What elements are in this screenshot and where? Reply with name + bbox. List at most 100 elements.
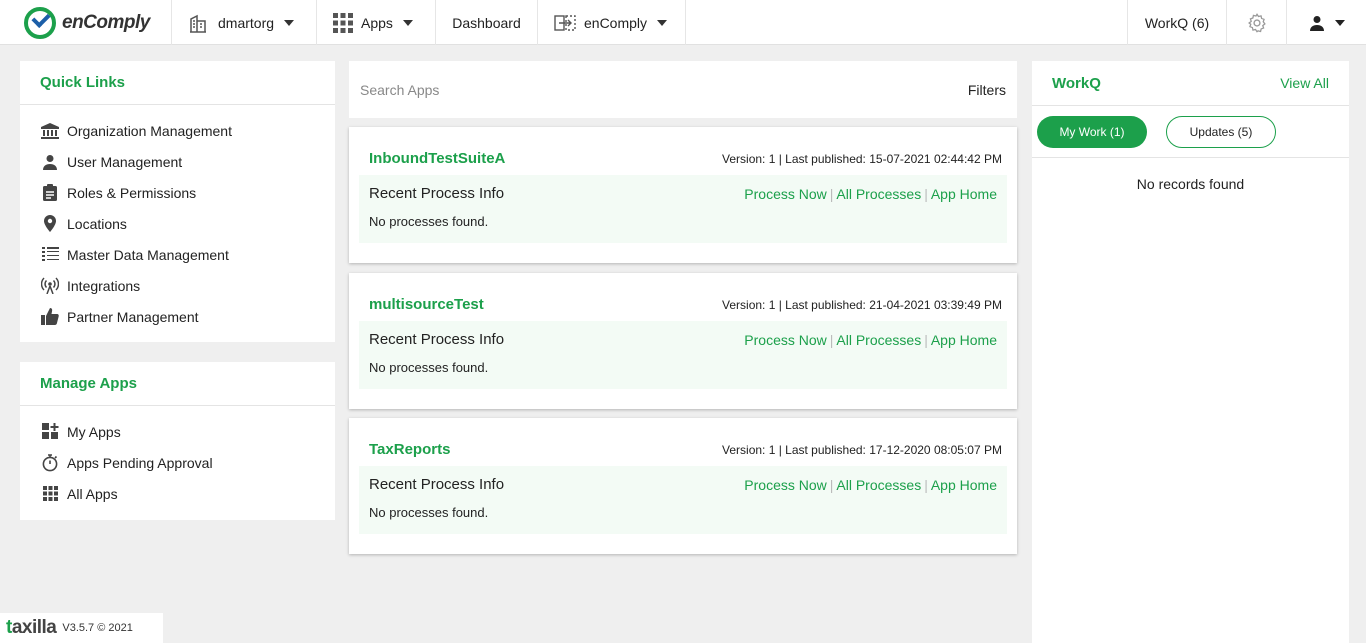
- clipboard-icon: [40, 184, 60, 202]
- apps-label: Apps: [361, 14, 393, 31]
- link-separator: |: [924, 476, 928, 493]
- no-processes-text: No processes found.: [369, 360, 489, 375]
- quick-link-locations[interactable]: Locations: [20, 208, 335, 239]
- menu-label: Apps Pending Approval: [67, 454, 213, 471]
- switch-icon: [554, 14, 576, 31]
- menu-label: Organization Management: [67, 122, 232, 139]
- quick-link-partner-management[interactable]: Partner Management: [20, 301, 335, 332]
- map-pin-icon: [40, 215, 60, 233]
- filters-button[interactable]: Filters: [968, 82, 1006, 98]
- org-name: dmartorg: [218, 14, 275, 31]
- recent-process-title: Recent Process Info: [369, 185, 505, 202]
- manage-apps-title: Manage Apps: [40, 375, 137, 392]
- manage-apps-panel: Manage Apps My Apps Apps Pending Approva…: [20, 362, 335, 520]
- all-processes-link[interactable]: All Processes: [836, 477, 921, 493]
- app-name[interactable]: TaxReports: [369, 441, 450, 458]
- quick-links-title: Quick Links: [40, 74, 126, 91]
- menu-label: Partner Management: [67, 308, 199, 325]
- link-separator: |: [924, 185, 928, 202]
- no-processes-text: No processes found.: [369, 505, 489, 520]
- process-now-link[interactable]: Process Now: [744, 186, 826, 202]
- app-meta: Version: 1 | Last published: 21-04-2021 …: [722, 297, 1002, 312]
- app-home-link[interactable]: App Home: [931, 186, 997, 202]
- app-card: multisourceTest Version: 1 | Last publis…: [349, 273, 1017, 409]
- link-separator: |: [924, 331, 928, 348]
- recent-process-title: Recent Process Info: [369, 331, 505, 348]
- footer: taxilla V3.5.7 © 2021: [0, 613, 163, 643]
- quick-link-organization-management[interactable]: Organization Management: [20, 115, 335, 146]
- quick-link-master-data-management[interactable]: Master Data Management: [20, 239, 335, 270]
- org-switcher[interactable]: dmartorg: [172, 0, 317, 45]
- bank-icon: [40, 122, 60, 140]
- app-card: TaxReports Version: 1 | Last published: …: [349, 418, 1017, 554]
- grid-icon: [333, 12, 353, 33]
- menu-label: Locations: [67, 215, 127, 232]
- top-navbar: enComply dmartorg Apps Dashboard enCompl…: [0, 0, 1366, 45]
- dashboard-link[interactable]: Dashboard: [436, 0, 538, 45]
- search-bar: Filters: [349, 61, 1017, 118]
- no-processes-text: No processes found.: [369, 214, 489, 229]
- menu-label: Master Data Management: [67, 246, 229, 263]
- quick-link-integrations[interactable]: Integrations: [20, 270, 335, 301]
- app-home-link[interactable]: App Home: [931, 332, 997, 348]
- grid-icon: [40, 485, 60, 503]
- manage-apps-pending-approval[interactable]: Apps Pending Approval: [20, 447, 335, 478]
- version-text: V3.5.7 © 2021: [62, 622, 133, 634]
- logo[interactable]: enComply: [0, 0, 172, 45]
- process-now-link[interactable]: Process Now: [744, 477, 826, 493]
- menu-label: Integrations: [67, 277, 141, 294]
- product-name: enComply: [584, 14, 648, 31]
- app-name[interactable]: multisourceTest: [369, 296, 484, 313]
- user-icon: [40, 153, 60, 171]
- all-processes-link[interactable]: All Processes: [836, 186, 921, 202]
- workq-panel: WorkQ View All My Work (1) Updates (5) N…: [1032, 61, 1349, 643]
- manage-all-apps[interactable]: All Apps: [20, 478, 335, 509]
- building-icon: [190, 14, 206, 33]
- tab-my-work[interactable]: My Work (1): [1037, 115, 1147, 148]
- chevron-down-icon: [657, 19, 668, 26]
- gear-icon: [1247, 12, 1266, 33]
- logo-text: enComply: [62, 11, 150, 33]
- apps-menu[interactable]: Apps: [317, 0, 436, 45]
- broadcast-icon: [40, 277, 60, 295]
- quick-links-panel: Quick Links Organization Management User…: [20, 61, 335, 342]
- chevron-down-icon: [284, 19, 295, 26]
- link-separator: |: [829, 185, 834, 202]
- view-all-link[interactable]: View All: [1280, 75, 1329, 91]
- app-meta: Version: 1 | Last published: 15-07-2021 …: [722, 151, 1002, 166]
- chevron-down-icon: [402, 19, 413, 26]
- menu-label: User Management: [67, 153, 183, 170]
- settings-button[interactable]: [1227, 0, 1287, 45]
- app-home-link[interactable]: App Home: [931, 477, 997, 493]
- quick-link-user-management[interactable]: User Management: [20, 146, 335, 177]
- product-switcher[interactable]: enComply: [538, 0, 686, 45]
- stopwatch-icon: [40, 453, 60, 472]
- all-processes-link[interactable]: All Processes: [836, 332, 921, 348]
- thumbs-up-icon: [40, 308, 60, 326]
- menu-label: My Apps: [67, 423, 121, 440]
- quick-link-roles-permissions[interactable]: Roles & Permissions: [20, 177, 335, 208]
- app-card: InboundTestSuiteA Version: 1 | Last publ…: [349, 127, 1017, 263]
- tab-updates[interactable]: Updates (5): [1166, 115, 1276, 148]
- apps-plus-icon: [40, 423, 60, 441]
- list-icon: [40, 246, 60, 264]
- app-meta: Version: 1 | Last published: 17-12-2020 …: [722, 442, 1002, 457]
- menu-label: All Apps: [67, 485, 118, 502]
- user-menu[interactable]: [1287, 0, 1366, 45]
- recent-process-info: Recent Process Info Process Now | All Proc…: [359, 321, 1007, 389]
- chevron-down-icon: [1334, 19, 1345, 26]
- link-separator: |: [829, 331, 834, 348]
- recent-process-title: Recent Process Info: [369, 476, 505, 493]
- app-name[interactable]: InboundTestSuiteA: [369, 150, 505, 167]
- taxilla-logo: taxilla: [6, 617, 57, 638]
- search-input[interactable]: [360, 81, 760, 98]
- empty-state-text: No records found: [1136, 176, 1245, 192]
- link-separator: |: [829, 476, 834, 493]
- workq-link[interactable]: WorkQ (6): [1127, 0, 1227, 45]
- manage-my-apps[interactable]: My Apps: [20, 416, 335, 447]
- workq-title: WorkQ: [1052, 74, 1101, 92]
- user-icon: [1309, 15, 1324, 31]
- recent-process-info: Recent Process Info Process Now | All Proc…: [359, 466, 1007, 534]
- process-now-link[interactable]: Process Now: [744, 332, 826, 348]
- menu-label: Roles & Permissions: [67, 184, 197, 201]
